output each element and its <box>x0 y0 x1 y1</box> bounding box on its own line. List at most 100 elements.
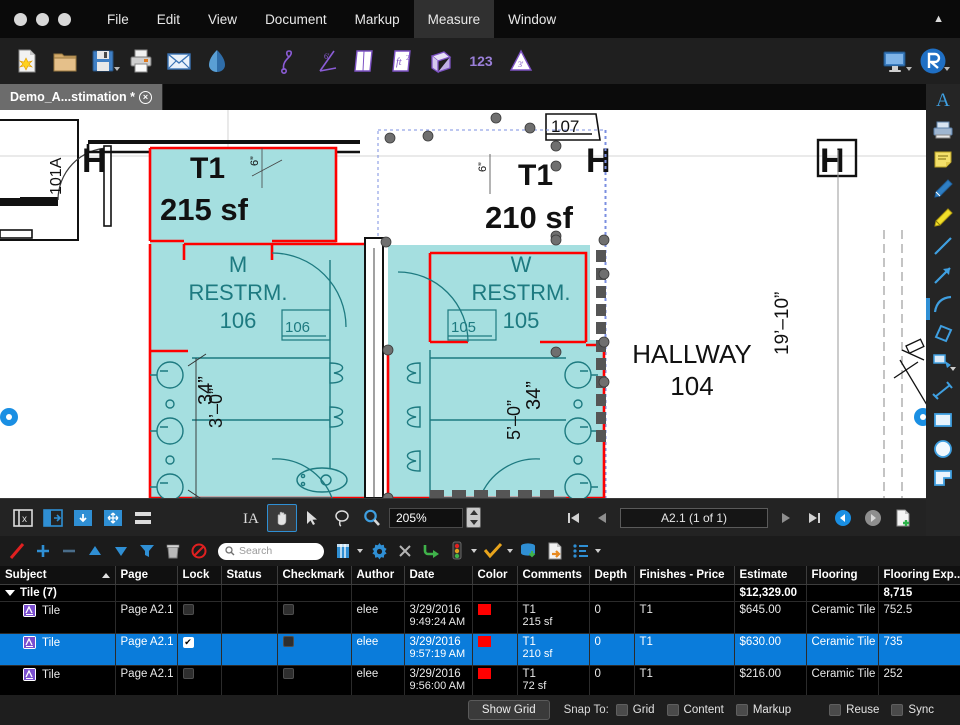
column-header-depth[interactable]: Depth <box>589 566 635 585</box>
lock-checkbox[interactable] <box>182 668 194 679</box>
table-group-row[interactable]: Tile (7) $12,329.00 8,715 <box>0 584 960 602</box>
checkmark-checkbox[interactable] <box>282 604 294 615</box>
scroll-right-handle[interactable] <box>914 408 926 426</box>
checkmark-checkbox[interactable] <box>282 636 294 647</box>
checkbox[interactable] <box>666 704 679 716</box>
color-swatch[interactable] <box>477 668 491 679</box>
zoom-window-button[interactable] <box>58 12 71 26</box>
table-row[interactable]: TilePage A2.1elee3/29/20169:57:19 AMT121… <box>0 633 960 666</box>
sticky-note-tool[interactable] <box>927 144 959 173</box>
lock-checkbox[interactable] <box>182 637 194 648</box>
chevron-down-icon[interactable] <box>595 549 601 553</box>
menu-item-document[interactable]: Document <box>251 0 341 38</box>
option-sync[interactable]: Sync <box>891 704 934 716</box>
rectangle-tool[interactable] <box>927 405 959 434</box>
previous-page-icon[interactable] <box>588 511 616 525</box>
text-select-tool[interactable]: I A <box>237 504 267 532</box>
checkmark-checkbox[interactable] <box>282 668 294 679</box>
column-header-subject[interactable]: Subject <box>0 566 116 585</box>
menu-item-edit[interactable]: Edit <box>143 0 194 38</box>
chevron-down-icon[interactable] <box>950 367 956 371</box>
column-header-author[interactable]: Author <box>351 566 405 585</box>
checkbox[interactable] <box>735 704 748 716</box>
drawing-canvas[interactable]: 101A H H H 107 106 T1 215 sf M RESTRM. 1… <box>0 110 926 498</box>
menu-item-measure[interactable]: Measure <box>413 0 495 38</box>
columns-icon[interactable] <box>330 538 356 564</box>
dimension-tool[interactable] <box>927 376 959 405</box>
markup-pen-icon[interactable] <box>4 538 30 564</box>
chevron-down-icon[interactable] <box>114 67 120 71</box>
revu-logo-icon[interactable] <box>914 41 952 81</box>
column-header-flooring-exp[interactable]: Flooring Exp.. <box>878 566 960 585</box>
text-box-tool[interactable]: A <box>927 86 959 115</box>
remove-row-icon[interactable] <box>56 538 82 564</box>
column-header-page[interactable]: Page <box>115 566 178 585</box>
scroll-left-handle[interactable] <box>0 408 18 426</box>
snap-option-content[interactable]: Content <box>666 704 724 716</box>
arc-tool[interactable] <box>927 289 959 318</box>
page-indicator[interactable]: A2.1 (1 of 1) <box>620 507 768 528</box>
settings-gear-icon[interactable] <box>366 538 392 564</box>
chevron-up-icon[interactable]: ▲ <box>933 13 960 25</box>
new-document-icon[interactable] <box>8 41 46 81</box>
ellipse-tool[interactable] <box>927 434 959 463</box>
move-up-icon[interactable] <box>82 538 108 564</box>
back-view-icon[interactable] <box>828 504 858 532</box>
export-database-icon[interactable] <box>516 538 542 564</box>
chevron-down-icon[interactable] <box>471 549 477 553</box>
color-swatch[interactable] <box>477 604 491 615</box>
stepper-up-icon[interactable] <box>469 510 478 516</box>
arrow-select-tool[interactable] <box>297 504 327 532</box>
measure-area-icon[interactable] <box>346 41 384 81</box>
column-header-date[interactable]: Date <box>404 566 473 585</box>
measure-perimeter-icon[interactable] <box>422 41 460 81</box>
measure-volume-area-icon[interactable]: ft 2 <box>384 41 422 81</box>
checkbox[interactable] <box>615 704 628 716</box>
measure-length-icon[interactable] <box>270 41 308 81</box>
zoom-level-input[interactable]: 205% <box>389 507 463 528</box>
search-input[interactable]: Search <box>218 542 324 560</box>
table-row[interactable]: Tile Page A2.1 elee 3/29/2016 9:56:00 AM T1 72… <box>0 665 960 695</box>
last-page-icon[interactable] <box>800 511 828 525</box>
split-vertical-icon[interactable] <box>38 504 68 532</box>
stepper-down-icon[interactable] <box>469 519 478 525</box>
first-page-icon[interactable] <box>560 511 588 525</box>
chevron-down-icon[interactable] <box>357 549 363 553</box>
column-header-finishes-price[interactable]: Finishes - Price <box>634 566 735 585</box>
column-header-status[interactable]: Status <box>221 566 278 585</box>
callout-tool[interactable] <box>927 347 959 376</box>
markups-list-table[interactable]: Subject Page Lock Status Checkmark Author Date… <box>0 566 960 695</box>
polygon-tool[interactable] <box>927 463 959 492</box>
clear-filter-icon[interactable] <box>186 538 212 564</box>
filter-icon[interactable] <box>134 538 160 564</box>
fit-width-icon[interactable] <box>128 504 158 532</box>
menu-item-view[interactable]: View <box>194 0 251 38</box>
menu-item-file[interactable]: File <box>93 0 143 38</box>
menu-item-markup[interactable]: Markup <box>341 0 414 38</box>
column-header-lock[interactable]: Lock <box>177 566 222 585</box>
reply-arrow-icon[interactable] <box>418 538 444 564</box>
chevron-down-icon[interactable] <box>906 67 912 71</box>
revu-cloud-icon[interactable] <box>198 41 236 81</box>
polyline-tool[interactable] <box>927 318 959 347</box>
checkbox[interactable] <box>891 704 904 716</box>
zoom-magnifier-tool[interactable] <box>357 504 387 532</box>
next-page-icon[interactable] <box>772 511 800 525</box>
show-grid-button[interactable]: Show Grid <box>467 700 550 720</box>
fit-page-icon[interactable] <box>98 504 128 532</box>
save-icon[interactable] <box>84 41 122 81</box>
table-row[interactable]: Tile Page A2.1 elee 3/29/2016 9:49:24 AM T1 21… <box>0 601 960 634</box>
print-icon[interactable] <box>122 41 160 81</box>
lasso-select-tool[interactable] <box>327 504 357 532</box>
lock-checkbox[interactable] <box>182 604 194 615</box>
pan-hand-tool[interactable] <box>267 503 297 532</box>
arrow-tool[interactable] <box>927 260 959 289</box>
line-tool[interactable] <box>927 231 959 260</box>
group-label-cell[interactable]: Tile (7) <box>0 584 116 602</box>
column-header-color[interactable]: Color <box>472 566 518 585</box>
display-monitor-icon[interactable] <box>876 41 914 81</box>
highlighter-tool[interactable] <box>927 202 959 231</box>
open-folder-icon[interactable] <box>46 41 84 81</box>
measure-slope-icon[interactable]: 3' <box>502 41 540 81</box>
document-tab[interactable]: Demo_A...stimation * × <box>0 84 164 110</box>
